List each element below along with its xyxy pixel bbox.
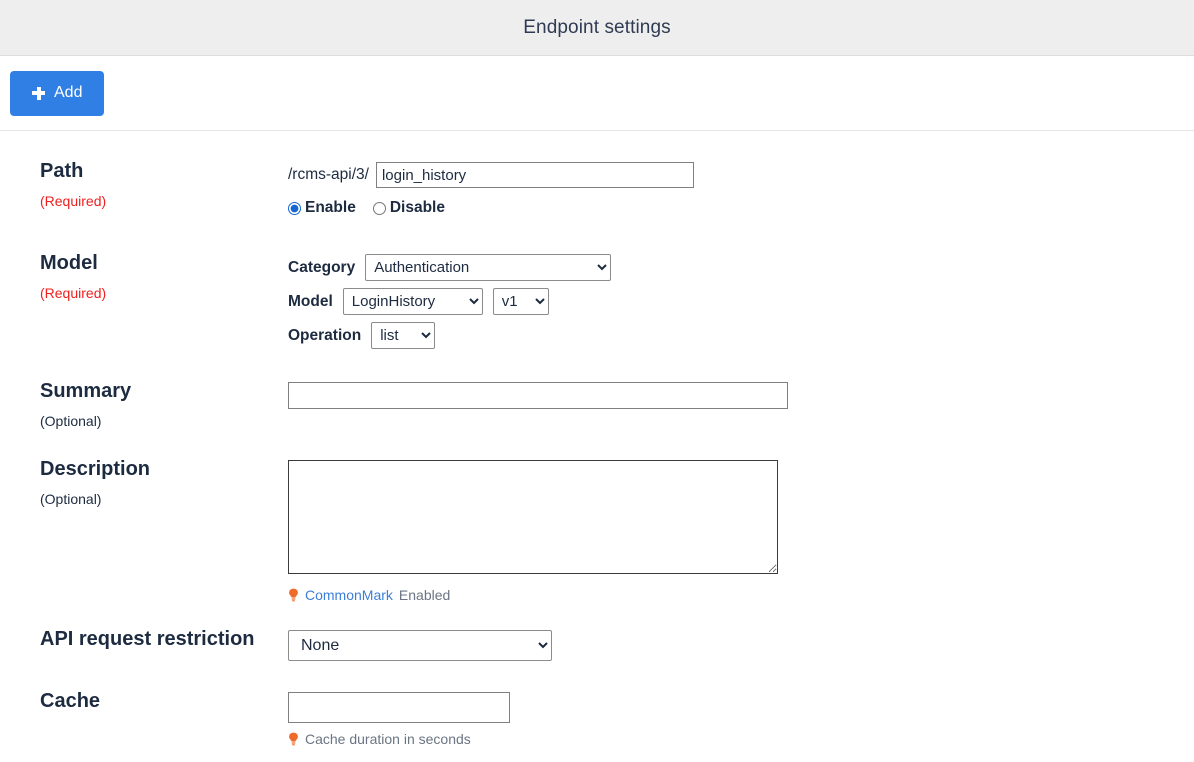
radio-enable-label: Enable: [305, 199, 356, 216]
path-label: Path: [40, 160, 84, 182]
add-button[interactable]: Add: [10, 70, 105, 116]
version-select[interactable]: v1: [492, 288, 549, 315]
lightbulb-icon: [288, 732, 299, 746]
description-label-group: Description (Optional): [0, 457, 288, 507]
path-status-radio-group: Enable Disable: [288, 199, 1194, 217]
operation-label: Operation: [288, 326, 362, 344]
form-row-cache: Cache Cache duration in seconds: [0, 689, 1194, 747]
radio-enable[interactable]: Enable: [288, 199, 356, 217]
description-field-group: CommonMark Enabled: [288, 457, 1194, 603]
path-label-group: Path (Required): [0, 159, 288, 209]
summary-field-group: [288, 379, 1194, 409]
form-row-description: Description (Optional) CommonMark Enable…: [0, 457, 1194, 603]
page-header: Endpoint settings: [0, 0, 1194, 56]
plus-icon: [32, 86, 45, 100]
cache-field-group: Cache duration in seconds: [288, 689, 1194, 747]
radio-disable-label: Disable: [389, 199, 445, 216]
operation-select[interactable]: list: [371, 322, 436, 349]
restriction-select[interactable]: None: [288, 630, 552, 661]
cache-label: Cache: [40, 690, 101, 712]
form-row-restriction: API request restriction None: [0, 627, 1194, 661]
path-input-row: /rcms-api/3/: [288, 162, 1194, 188]
toolbar: Add: [0, 56, 1194, 131]
lightbulb-icon: [288, 588, 299, 602]
cache-hint: Cache duration in seconds: [288, 731, 1194, 747]
path-input[interactable]: [375, 162, 694, 188]
summary-label: Summary: [40, 380, 132, 402]
model-field-group: Category Authentication Model LoginHisto…: [288, 251, 1194, 349]
restriction-label: API request restriction: [40, 628, 255, 650]
path-field-group: /rcms-api/3/ Enable Disable: [288, 159, 1194, 217]
add-button-label: Add: [54, 84, 83, 101]
operation-line: Operation list: [288, 322, 1194, 349]
radio-disable-input[interactable]: [372, 201, 386, 215]
endpoint-settings-form: Path (Required) /rcms-api/3/ Enable Disa…: [0, 131, 1194, 747]
category-label: Category: [288, 258, 356, 276]
page-title: Endpoint settings: [523, 16, 671, 38]
commonmark-link[interactable]: CommonMark: [305, 587, 393, 603]
radio-disable[interactable]: Disable: [372, 199, 445, 217]
restriction-label-group: API request restriction: [0, 627, 288, 652]
cache-hint-text: Cache duration in seconds: [305, 731, 471, 747]
description-hint: CommonMark Enabled: [288, 587, 1194, 603]
form-row-summary: Summary (Optional): [0, 379, 1194, 429]
cache-label-group: Cache: [0, 689, 288, 714]
category-line: Category Authentication: [288, 254, 1194, 281]
cache-input[interactable]: [288, 692, 510, 723]
model-select[interactable]: LoginHistory: [342, 288, 483, 315]
model-selects: Category Authentication Model LoginHisto…: [288, 254, 1194, 349]
form-row-model: Model (Required) Category Authentication…: [0, 251, 1194, 349]
description-label: Description: [40, 458, 151, 480]
description-requirement: (Optional): [40, 491, 102, 507]
path-prefix: /rcms-api/3/: [288, 166, 369, 183]
radio-enable-input[interactable]: [288, 201, 301, 215]
model-requirement: (Required): [40, 285, 107, 301]
summary-input[interactable]: [288, 382, 788, 409]
summary-label-group: Summary (Optional): [0, 379, 288, 429]
model-label: Model: [40, 252, 98, 274]
model-sub-label: Model: [288, 292, 333, 310]
description-hint-text: Enabled: [398, 587, 451, 603]
path-requirement: (Required): [40, 193, 107, 209]
description-textarea[interactable]: [288, 460, 778, 574]
restriction-field-group: None: [288, 627, 1194, 661]
model-line: Model LoginHistory v1: [288, 288, 1194, 315]
model-label-group: Model (Required): [0, 251, 288, 301]
form-row-path: Path (Required) /rcms-api/3/ Enable Disa…: [0, 159, 1194, 217]
category-select[interactable]: Authentication: [365, 254, 612, 281]
summary-requirement: (Optional): [40, 413, 102, 429]
